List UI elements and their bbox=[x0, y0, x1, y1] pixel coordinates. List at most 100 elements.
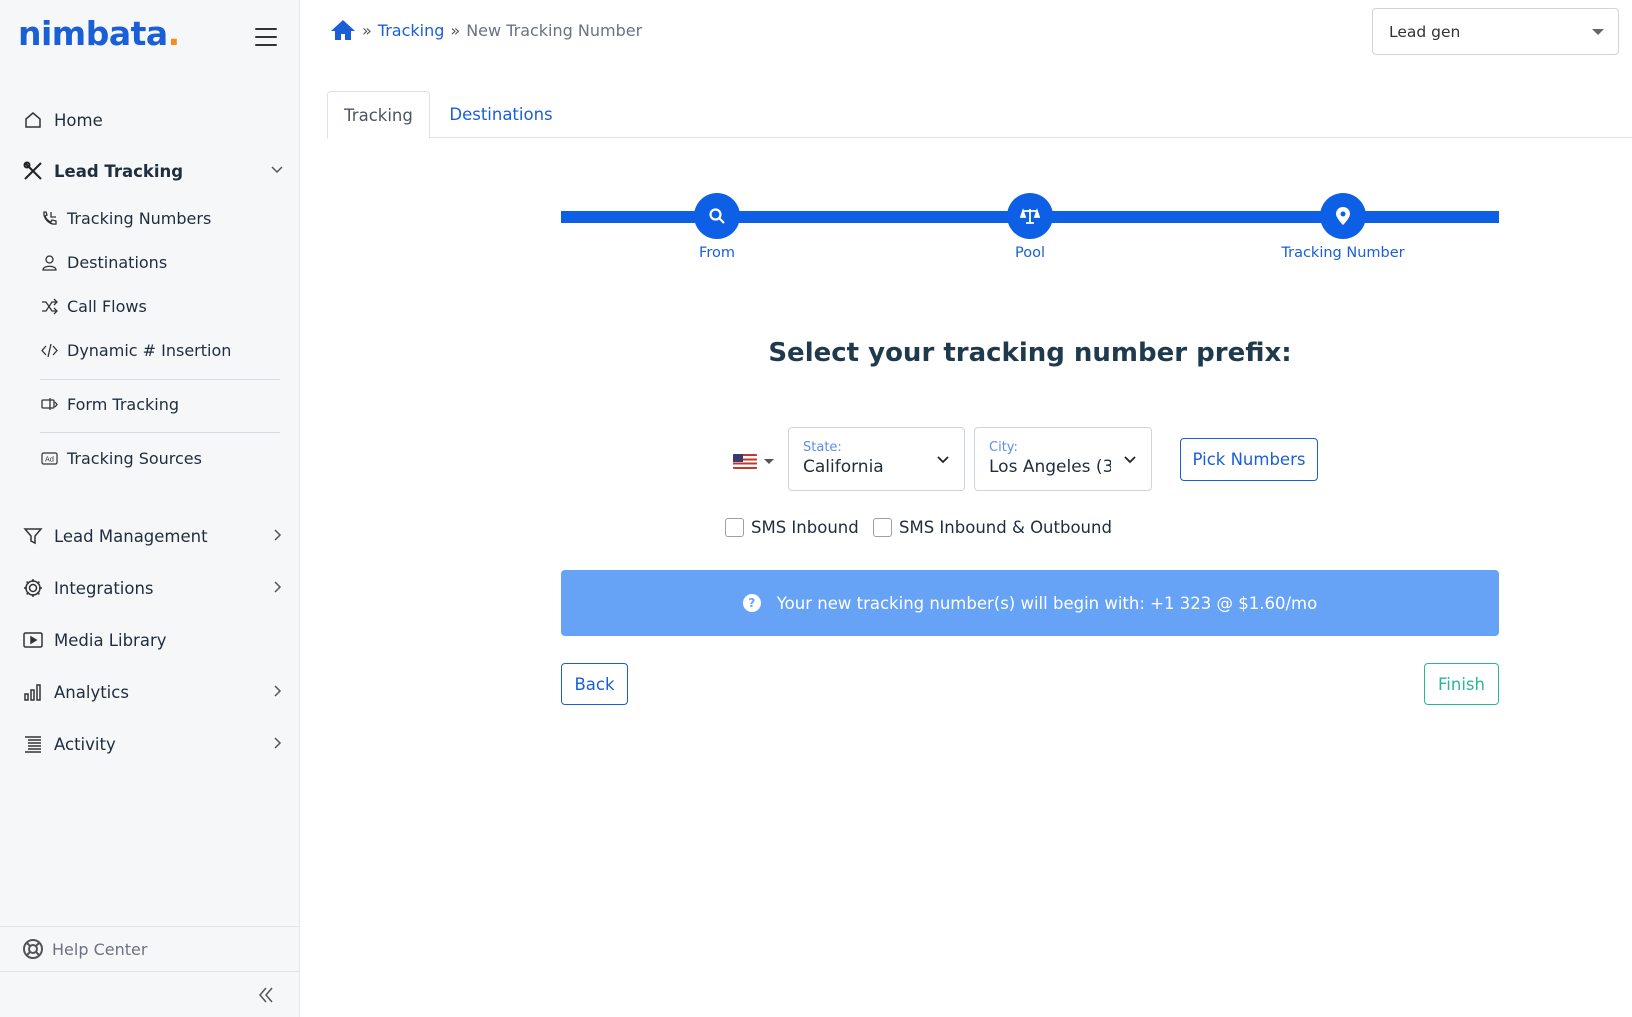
sidebar-item-label: Analytics bbox=[54, 682, 129, 702]
home-icon[interactable] bbox=[330, 18, 356, 42]
city-select-label: City: bbox=[989, 440, 1018, 455]
sidebar-item-label: Integrations bbox=[54, 578, 154, 598]
chevron-down-icon bbox=[1123, 452, 1137, 471]
balance-scale-icon bbox=[1007, 193, 1053, 239]
account-select-value: Lead gen bbox=[1389, 22, 1461, 41]
filter-icon bbox=[22, 525, 44, 547]
sms-inbound-outbound-label: SMS Inbound & Outbound bbox=[899, 518, 1112, 537]
svg-text:Ad: Ad bbox=[45, 456, 54, 464]
prefix-info-text: Your new tracking number(s) will begin w… bbox=[776, 593, 1318, 613]
logo-dot: . bbox=[167, 14, 181, 53]
sidebar-item-label: Home bbox=[54, 110, 103, 130]
finish-label: Finish bbox=[1438, 674, 1485, 694]
chevron-down-icon bbox=[936, 452, 950, 471]
phone-incoming-icon bbox=[40, 210, 58, 228]
home-icon bbox=[22, 109, 44, 131]
sms-inbound-checkbox[interactable]: SMS Inbound bbox=[725, 518, 859, 537]
map-pin-icon bbox=[1320, 193, 1366, 239]
sidebar-item-tracking-sources[interactable]: Ad Tracking Sources bbox=[40, 449, 202, 468]
tab-destinations[interactable]: Destinations bbox=[431, 91, 571, 138]
state-select[interactable]: State: California bbox=[788, 427, 965, 491]
chevron-right-icon bbox=[270, 735, 284, 754]
gear-icon bbox=[22, 577, 44, 599]
sidebar-item-media-library[interactable]: Media Library bbox=[22, 629, 284, 651]
sidebar-item-analytics[interactable]: Analytics bbox=[22, 681, 284, 703]
logo[interactable]: nimbata. bbox=[18, 14, 180, 53]
step-tracking-number[interactable]: Tracking Number bbox=[1253, 190, 1433, 261]
tab-label: Destinations bbox=[449, 105, 553, 124]
help-center-link[interactable]: Help Center bbox=[0, 926, 300, 972]
tab-tracking[interactable]: Tracking bbox=[327, 91, 430, 139]
page-title: Select your tracking number prefix: bbox=[768, 338, 1292, 368]
sidebar-item-form-tracking[interactable]: Form Tracking bbox=[40, 395, 179, 414]
lifebuoy-icon bbox=[22, 938, 44, 960]
divider bbox=[40, 432, 280, 433]
step-label: Tracking Number bbox=[1281, 245, 1405, 261]
form-icon bbox=[40, 396, 58, 414]
step-label: From bbox=[699, 245, 735, 261]
sidebar-item-call-flows[interactable]: Call Flows bbox=[40, 297, 147, 316]
sidebar-item-integrations[interactable]: Integrations bbox=[22, 577, 284, 599]
sidebar-item-label: Lead Management bbox=[54, 526, 208, 546]
sidebar-item-label: Call Flows bbox=[67, 297, 147, 316]
back-button[interactable]: Back bbox=[561, 663, 628, 705]
caret-down-icon bbox=[764, 459, 774, 464]
finish-button[interactable]: Finish bbox=[1424, 663, 1499, 705]
sidebar-item-activity[interactable]: Activity bbox=[22, 733, 284, 755]
city-select-value: Los Angeles (323) bbox=[989, 457, 1111, 477]
state-select-label: State: bbox=[803, 440, 842, 455]
ad-icon: Ad bbox=[40, 450, 58, 468]
sidebar-item-home[interactable]: Home bbox=[22, 109, 284, 131]
code-icon bbox=[40, 342, 58, 360]
sidebar-item-dynamic-insertion[interactable]: Dynamic # Insertion bbox=[40, 341, 231, 360]
search-icon bbox=[694, 193, 740, 239]
tab-bar: Tracking Destinations bbox=[327, 91, 1632, 139]
menu-toggle-button[interactable] bbox=[255, 28, 277, 46]
sidebar-item-label: Destinations bbox=[67, 253, 168, 272]
sms-inbound-label: SMS Inbound bbox=[751, 518, 859, 537]
help-center-label: Help Center bbox=[52, 939, 148, 959]
sidebar-item-lead-management[interactable]: Lead Management bbox=[22, 525, 284, 547]
play-icon bbox=[22, 629, 44, 651]
step-pool[interactable]: Pool bbox=[940, 190, 1120, 261]
sidebar-item-label: Dynamic # Insertion bbox=[67, 341, 232, 360]
chevron-right-icon bbox=[270, 683, 284, 702]
city-select[interactable]: City: Los Angeles (323) bbox=[974, 427, 1152, 491]
us-flag-icon bbox=[733, 454, 757, 469]
pick-numbers-button[interactable]: Pick Numbers bbox=[1180, 438, 1318, 481]
user-icon bbox=[40, 254, 58, 272]
breadcrumb-separator: » bbox=[362, 20, 372, 40]
logo-text: nimbata bbox=[18, 14, 168, 53]
state-select-value: California bbox=[803, 457, 884, 477]
step-from[interactable]: From bbox=[627, 190, 807, 261]
chevron-down-icon bbox=[270, 162, 284, 181]
sidebar-item-label: Media Library bbox=[54, 630, 167, 650]
back-label: Back bbox=[574, 674, 615, 694]
caret-down-icon bbox=[1592, 29, 1604, 35]
sidebar: nimbata. Home Lead Tracking Tracking Num… bbox=[0, 0, 300, 1017]
checkbox[interactable] bbox=[873, 518, 892, 537]
bar-chart-icon bbox=[22, 681, 44, 703]
sidebar-item-tracking-numbers[interactable]: Tracking Numbers bbox=[40, 209, 211, 228]
sms-inbound-outbound-checkbox[interactable]: SMS Inbound & Outbound bbox=[873, 518, 1112, 537]
prefix-info-banner: ? Your new tracking number(s) will begin… bbox=[561, 570, 1499, 636]
collapse-sidebar-button[interactable] bbox=[258, 986, 274, 1008]
sidebar-item-label: Activity bbox=[54, 734, 116, 754]
sidebar-item-label: Tracking Sources bbox=[67, 449, 202, 468]
account-select[interactable]: Lead gen bbox=[1372, 8, 1619, 55]
chevron-right-icon bbox=[270, 527, 284, 546]
chevron-right-icon bbox=[270, 579, 284, 598]
sidebar-item-lead-tracking[interactable]: Lead Tracking bbox=[22, 160, 284, 182]
country-select[interactable] bbox=[733, 454, 774, 469]
breadcrumb: » Tracking » New Tracking Number bbox=[330, 18, 642, 42]
sidebar-item-label: Form Tracking bbox=[67, 395, 179, 414]
wizard-stepper: From Pool Tracking Number bbox=[561, 190, 1499, 270]
sidebar-item-label: Lead Tracking bbox=[54, 161, 184, 181]
shuffle-icon bbox=[40, 298, 58, 316]
divider bbox=[40, 379, 280, 380]
breadcrumb-current: New Tracking Number bbox=[466, 20, 643, 40]
tab-label: Tracking bbox=[344, 105, 413, 125]
checkbox[interactable] bbox=[725, 518, 744, 537]
breadcrumb-link-tracking[interactable]: Tracking bbox=[378, 21, 445, 40]
sidebar-item-destinations[interactable]: Destinations bbox=[40, 253, 167, 272]
